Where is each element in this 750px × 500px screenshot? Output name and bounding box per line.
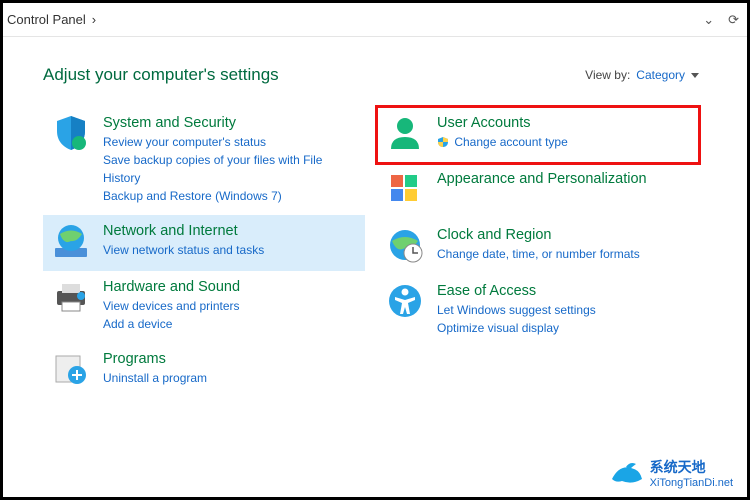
chevron-down-icon[interactable] bbox=[691, 73, 699, 78]
category-hardware-sound[interactable]: Hardware and Sound View devices and prin… bbox=[43, 271, 365, 343]
category-title[interactable]: Clock and Region bbox=[437, 227, 640, 243]
uac-shield-icon bbox=[437, 135, 449, 153]
view-by-control[interactable]: View by: Category bbox=[585, 68, 699, 82]
view-by-mode[interactable]: Category bbox=[636, 68, 685, 82]
content-area: Adjust your computer's settings View by:… bbox=[3, 37, 747, 411]
category-link[interactable]: Review your computer's status bbox=[103, 133, 357, 151]
category-link[interactable]: Save backup copies of your files with Fi… bbox=[103, 151, 357, 187]
user-icon bbox=[385, 113, 425, 153]
accessibility-icon bbox=[385, 281, 425, 321]
category-title[interactable]: System and Security bbox=[103, 115, 357, 131]
globe-icon bbox=[51, 221, 91, 261]
view-by-label: View by: bbox=[585, 68, 630, 82]
category-title[interactable]: Programs bbox=[103, 351, 207, 367]
category-title[interactable]: Ease of Access bbox=[437, 283, 596, 299]
category-link[interactable]: Uninstall a program bbox=[103, 369, 207, 387]
category-link[interactable]: Let Windows suggest settings bbox=[437, 301, 596, 319]
breadcrumb[interactable]: Control Panel › bbox=[7, 12, 703, 27]
category-title[interactable]: Network and Internet bbox=[103, 223, 264, 239]
category-title[interactable]: Appearance and Personalization bbox=[437, 171, 647, 187]
category-system-security[interactable]: System and Security Review your computer… bbox=[43, 107, 365, 215]
category-link[interactable]: Optimize visual display bbox=[437, 319, 596, 337]
category-title[interactable]: Hardware and Sound bbox=[103, 279, 240, 295]
shield-icon bbox=[51, 113, 91, 153]
watermark: 系统天地 XiTongTianDi.net bbox=[610, 457, 733, 489]
left-column: System and Security Review your computer… bbox=[43, 107, 365, 399]
dolphin-icon bbox=[610, 459, 644, 487]
address-bar[interactable]: Control Panel › ⌄ ⟳ bbox=[3, 3, 747, 37]
category-ease-of-access[interactable]: Ease of Access Let Windows suggest setti… bbox=[377, 275, 699, 347]
category-appearance[interactable]: Appearance and Personalization bbox=[377, 163, 699, 219]
watermark-title: 系统天地 bbox=[650, 457, 733, 477]
category-link[interactable]: Backup and Restore (Windows 7) bbox=[103, 187, 357, 205]
breadcrumb-root[interactable]: Control Panel bbox=[7, 12, 86, 27]
category-clock-region[interactable]: Clock and Region Change date, time, or n… bbox=[377, 219, 699, 275]
category-title[interactable]: User Accounts bbox=[437, 115, 568, 131]
category-user-accounts[interactable]: User Accounts Change account type bbox=[377, 107, 699, 163]
category-link[interactable]: Change account type bbox=[437, 133, 568, 153]
appearance-icon bbox=[385, 169, 425, 209]
chevron-down-icon[interactable]: ⌄ bbox=[703, 12, 714, 28]
category-programs[interactable]: Programs Uninstall a program bbox=[43, 343, 365, 399]
programs-icon bbox=[51, 349, 91, 389]
category-network-internet[interactable]: Network and Internet View network status… bbox=[43, 215, 365, 271]
category-link[interactable]: View devices and printers bbox=[103, 297, 240, 315]
category-link[interactable]: Add a device bbox=[103, 315, 240, 333]
page-title: Adjust your computer's settings bbox=[43, 65, 279, 85]
right-column: User Accounts Change account type Appear… bbox=[377, 107, 699, 399]
refresh-icon[interactable]: ⟳ bbox=[728, 12, 739, 28]
clock-icon bbox=[385, 225, 425, 265]
watermark-url: XiTongTianDi.net bbox=[650, 477, 733, 489]
category-link[interactable]: Change date, time, or number formats bbox=[437, 245, 640, 263]
category-link-text: Change account type bbox=[454, 135, 567, 149]
category-link[interactable]: View network status and tasks bbox=[103, 241, 264, 259]
breadcrumb-separator: › bbox=[92, 12, 96, 27]
printer-icon bbox=[51, 277, 91, 317]
